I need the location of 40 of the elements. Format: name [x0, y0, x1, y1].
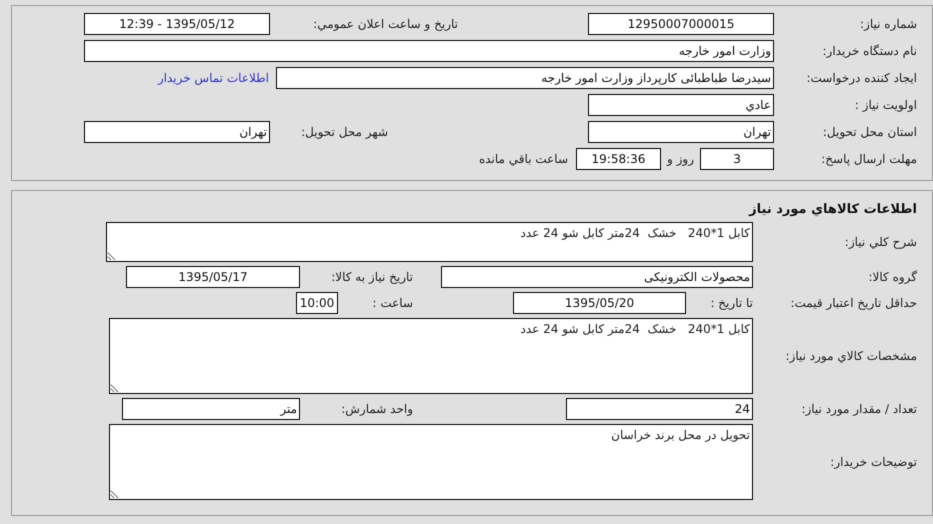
field-label: واحد شمارش:	[340, 401, 413, 418]
field-label: توضیحات خریدار:	[829, 454, 917, 471]
text-area[interactable]: کابل 1*240 خشک 24متر کابل شو 24 عدد	[109, 318, 753, 394]
field-label: ساعت باقي مانده	[478, 151, 568, 168]
text-field[interactable]: وزارت امور خارجه	[84, 40, 774, 62]
text-field[interactable]: 1395/05/12 - 12:39	[84, 13, 270, 35]
field-label: استان محل تحویل:	[822, 124, 917, 141]
text-field[interactable]: تهران	[588, 121, 774, 143]
field-label: تا تاریخ :	[709, 295, 753, 312]
field-label: شهر محل تحویل:	[300, 124, 388, 141]
text-field[interactable]: 19:58:36	[576, 148, 661, 170]
field-label: حداقل تاریخ اعتبار قیمت:	[789, 295, 917, 312]
field-label: شماره نیاز:	[859, 16, 917, 33]
text-field[interactable]: محصولات الکترونیکی	[441, 266, 753, 288]
text-field[interactable]: عادي	[588, 94, 774, 116]
section-title: اطلاعات کالاهاي مورد نياز	[749, 201, 917, 218]
text-field[interactable]: 1395/05/17	[126, 266, 300, 288]
text-area[interactable]: تحویل در محل برند خراسان	[109, 424, 753, 500]
field-label: نام دستگاه خریدار:	[822, 43, 917, 60]
field-label: گروه کالا:	[868, 269, 917, 286]
text-field[interactable]: تهران	[84, 121, 270, 143]
field-label: تعداد / مقدار مورد نياز:	[800, 401, 917, 418]
field-label: تاريخ و ساعت اعلان عمومي:	[312, 16, 458, 33]
field-label: ایجاد کننده درخواست:	[805, 70, 917, 87]
text-field[interactable]: 24	[566, 398, 753, 420]
field-label: ساعت :	[371, 295, 413, 312]
field-label: روز و	[667, 151, 694, 168]
text-field[interactable]: 3	[700, 148, 774, 170]
field-label: شرح کلي نياز:	[844, 234, 917, 251]
field-label: اولویت نیاز :	[854, 97, 917, 114]
text-field[interactable]: 12950007000015	[588, 13, 774, 35]
text-field[interactable]: 1395/05/20	[513, 292, 686, 314]
text-field[interactable]: متر	[122, 398, 300, 420]
text-field[interactable]: 10:00	[296, 292, 338, 314]
buyer-contact-link[interactable]: اطلاعات تماس خریدار	[158, 69, 269, 87]
text-area[interactable]: کابل 1*240 خشک 24متر کابل شو 24 عدد	[106, 222, 753, 262]
field-label: تاریخ نیاز به کالا:	[330, 269, 413, 286]
field-label: مهلت ارسال پاسخ:	[820, 151, 917, 168]
field-label: مشخصات کالاي مورد نياز:	[784, 348, 917, 365]
text-field[interactable]: سیدرضا طباطبائی کارپرداز وزارت امور خارجه	[276, 67, 774, 89]
